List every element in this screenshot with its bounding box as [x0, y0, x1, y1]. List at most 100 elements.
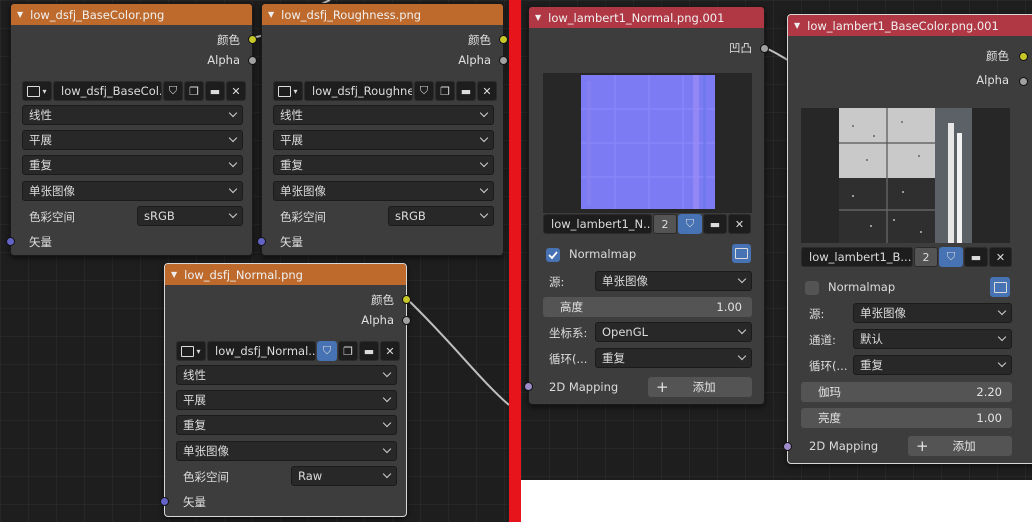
input-vector-socket[interactable] — [257, 237, 266, 246]
image-browse-button[interactable]: ▾ — [22, 81, 52, 101]
channel-dropdown[interactable]: 默认 — [853, 329, 1012, 349]
loop-dropdown[interactable]: 重复 — [853, 355, 1012, 375]
output-alpha-socket[interactable] — [402, 316, 411, 325]
normal-map-node[interactable]: ▼ low_lambert1_Normal.png.001 凹凸 low_lamb… — [524, 6, 769, 405]
fake-user-shield-icon[interactable]: ⛉ — [317, 341, 337, 361]
source-dropdown[interactable]: 单张图像 — [176, 441, 397, 461]
node-header[interactable]: ▼ low_lambert1_BaseColor.png.001 — [788, 15, 1032, 36]
input-vector-socket[interactable] — [6, 237, 15, 246]
close-icon[interactable]: ✕ — [226, 81, 246, 101]
collapse-triangle-icon[interactable]: ▼ — [268, 10, 274, 19]
image-name-field[interactable]: low_dsfj_Roughne... — [304, 81, 413, 101]
image-browse-button[interactable]: ▾ — [176, 341, 206, 361]
chevron-down-icon — [479, 133, 489, 143]
open-folder-icon[interactable]: ▬ — [359, 341, 379, 361]
colorspace-dropdown[interactable]: Raw — [291, 466, 397, 486]
input-mapping-socket[interactable] — [783, 442, 792, 451]
normalmap-checkbox[interactable] — [805, 281, 819, 295]
output-color-socket[interactable] — [499, 35, 508, 44]
output-bump-socket[interactable] — [760, 44, 769, 53]
image-selector[interactable]: ▾ low_dsfj_Normal.... ⛉ ❐ ▬ ✕ — [176, 341, 400, 361]
node-header[interactable]: ▼ low_dsfj_BaseColor.png — [11, 4, 252, 25]
image-selector[interactable]: low_lambert1_N... 2 ⛉ ▬ ✕ — [543, 214, 751, 234]
projection-dropdown[interactable]: 平展 — [22, 130, 243, 150]
collapse-triangle-icon[interactable]: ▼ — [535, 13, 541, 22]
duplicate-icon[interactable]: ❐ — [338, 341, 358, 361]
colorspace-dropdown[interactable]: sRGB — [137, 206, 243, 226]
output-alpha-socket[interactable] — [499, 56, 508, 65]
duplicate-icon[interactable]: ❐ — [184, 81, 204, 101]
right-node-editor[interactable]: ▼ low_lambert1_Normal.png.001 凹凸 low_lamb… — [521, 0, 1032, 522]
source-dropdown[interactable]: 单张图像 — [853, 303, 1012, 323]
extension-dropdown[interactable]: 重复 — [176, 415, 397, 435]
projection-value: 平展 — [183, 393, 206, 407]
projection-dropdown[interactable]: 平展 — [176, 390, 397, 410]
image-type-icon[interactable] — [732, 244, 751, 263]
interpolation-dropdown[interactable]: 线性 — [273, 105, 494, 125]
interpolation-dropdown[interactable]: 线性 — [22, 105, 243, 125]
source-dropdown[interactable]: 单张图像 — [273, 181, 494, 201]
fake-user-shield-icon[interactable]: ⛉ — [163, 81, 183, 101]
image-selector[interactable]: ▾ low_dsfj_Roughne... ⛉ ❐ ▬ ✕ — [273, 81, 497, 101]
output-color-socket[interactable] — [402, 295, 411, 304]
add-mapping-button[interactable]: + 添加 — [908, 436, 1012, 456]
node-header[interactable]: ▼ low_lambert1_Normal.png.001 — [529, 7, 764, 28]
add-mapping-button[interactable]: + 添加 — [648, 377, 752, 397]
colorspace-dropdown[interactable]: sRGB — [388, 206, 494, 226]
interpolation-dropdown[interactable]: 线性 — [176, 365, 397, 385]
users-count[interactable]: 2 — [914, 247, 938, 267]
image-name-field[interactable]: low_dsfj_Normal.... — [207, 341, 316, 361]
image-selector[interactable]: low_lambert1_B... 2 ⛉ ▬ ✕ — [801, 247, 1012, 267]
duplicate-icon[interactable]: ❐ — [435, 81, 455, 101]
open-folder-icon[interactable]: ▬ — [703, 214, 727, 234]
source-dropdown[interactable]: 单张图像 — [595, 271, 752, 291]
fake-user-shield-icon[interactable]: ⛉ — [939, 247, 963, 267]
extension-dropdown[interactable]: 重复 — [22, 155, 243, 175]
colorspace-value: sRGB — [395, 209, 426, 223]
normalmap-checkbox[interactable] — [546, 248, 560, 262]
coord-dropdown[interactable]: OpenGL — [595, 322, 752, 342]
users-count[interactable]: 2 — [653, 214, 677, 234]
output-color-socket[interactable] — [248, 35, 257, 44]
image-selector[interactable]: ▾ low_dsfj_BaseCol... ⛉ ❐ ▬ ✕ — [22, 81, 246, 101]
close-icon[interactable]: ✕ — [380, 341, 400, 361]
node-header[interactable]: ▼ low_dsfj_Roughness.png — [262, 4, 503, 25]
input-vector-socket[interactable] — [160, 497, 169, 506]
output-alpha-socket[interactable] — [248, 56, 257, 65]
open-folder-icon[interactable]: ▬ — [205, 81, 225, 101]
output-alpha-socket[interactable] — [1019, 77, 1028, 86]
loop-dropdown[interactable]: 重复 — [595, 348, 752, 368]
height-slider[interactable]: 高度 1.00 — [543, 297, 752, 317]
extension-dropdown[interactable]: 重复 — [273, 155, 494, 175]
image-texture-node-roughness[interactable]: ▼ low_dsfj_Roughness.png 颜色 Alpha ▾ low_d… — [257, 3, 508, 256]
image-texture-node-normal[interactable]: ▼ low_dsfj_Normal.png 颜色 Alpha ▾ low_dsfj… — [160, 263, 411, 517]
image-name-field[interactable]: low_lambert1_B... — [801, 247, 913, 267]
open-folder-icon[interactable]: ▬ — [456, 81, 476, 101]
close-icon[interactable]: ✕ — [989, 247, 1012, 267]
output-color-socket[interactable] — [1019, 52, 1028, 61]
brightness-slider[interactable]: 亮度 1.00 — [801, 408, 1012, 428]
collapse-triangle-icon[interactable]: ▼ — [171, 270, 177, 279]
image-texture-node-basecolor[interactable]: ▼ low_dsfj_BaseColor.png 颜色 Alpha ▾ low_d… — [6, 3, 257, 256]
left-node-editor[interactable]: ▼ low_dsfj_BaseColor.png 颜色 Alpha ▾ low_d… — [0, 0, 509, 522]
projection-value: 平展 — [280, 133, 303, 147]
close-icon[interactable]: ✕ — [477, 81, 497, 101]
basecolor-texture-node[interactable]: ▼ low_lambert1_BaseColor.png.001 颜色 Alpha — [783, 14, 1032, 464]
collapse-triangle-icon[interactable]: ▼ — [17, 10, 23, 19]
source-dropdown[interactable]: 单张图像 — [22, 181, 243, 201]
gamma-slider[interactable]: 伽玛 2.20 — [801, 382, 1012, 402]
collapse-triangle-icon[interactable]: ▼ — [794, 21, 800, 30]
image-name-field[interactable]: low_lambert1_N... — [543, 214, 652, 234]
image-type-icon[interactable] — [990, 277, 1010, 297]
fake-user-shield-icon[interactable]: ⛉ — [678, 214, 702, 234]
close-icon[interactable]: ✕ — [728, 214, 751, 234]
fake-user-shield-icon[interactable]: ⛉ — [414, 81, 434, 101]
input-mapping-socket[interactable] — [524, 382, 533, 391]
node-header[interactable]: ▼ low_dsfj_Normal.png — [165, 264, 406, 285]
projection-dropdown[interactable]: 平展 — [273, 130, 494, 150]
image-browse-button[interactable]: ▾ — [273, 81, 303, 101]
chevron-down-icon — [737, 274, 747, 284]
image-name-field[interactable]: low_dsfj_BaseCol... — [53, 81, 162, 101]
mapping-label: 2D Mapping — [809, 439, 879, 453]
open-folder-icon[interactable]: ▬ — [964, 247, 988, 267]
